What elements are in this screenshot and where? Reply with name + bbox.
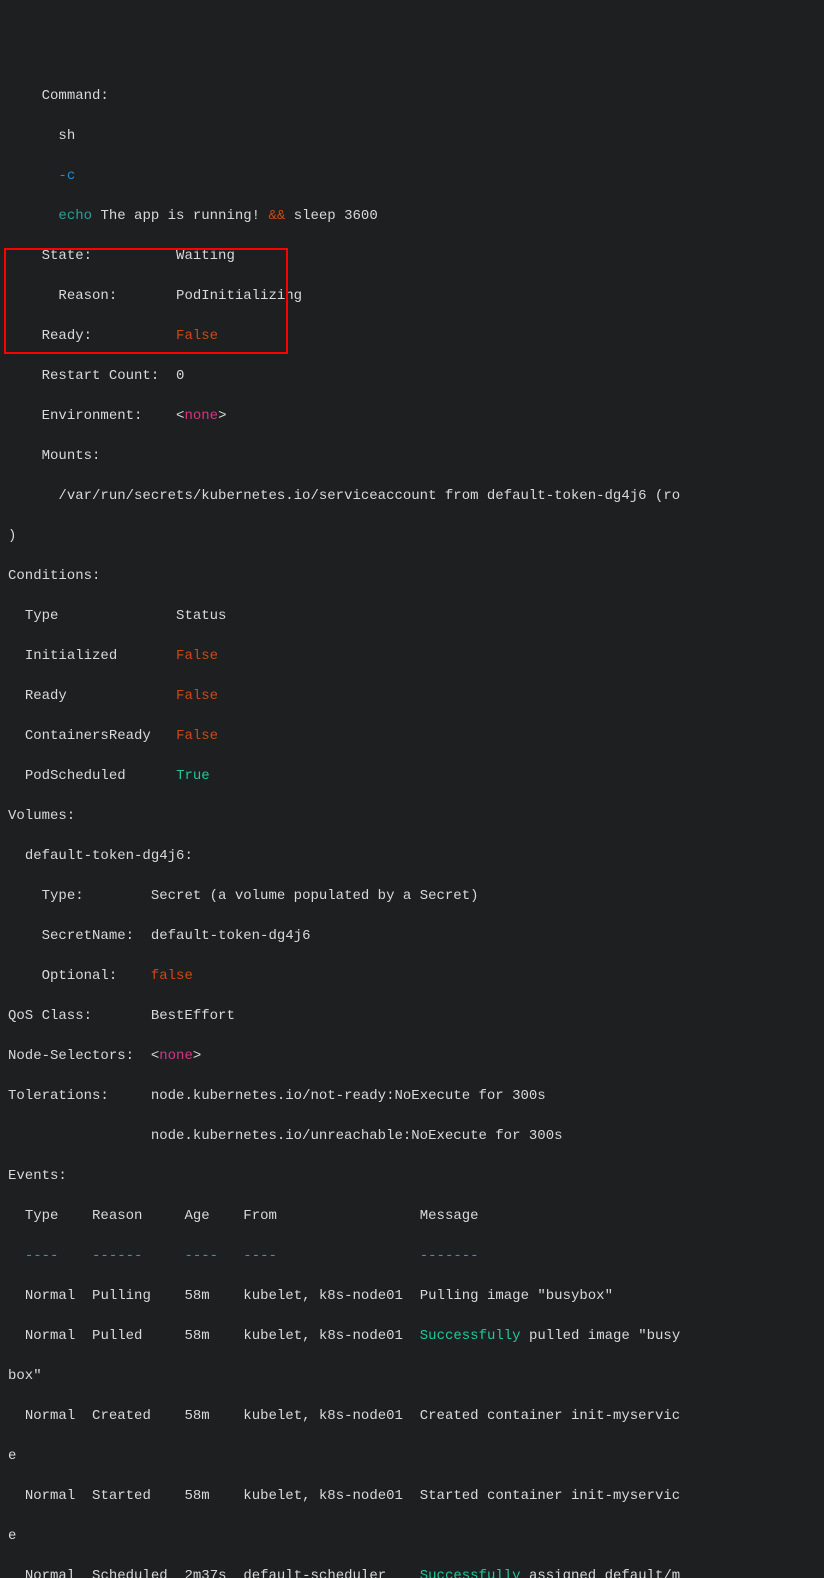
events-cols: Type Reason Age From Message	[8, 1206, 816, 1226]
volume-optional: Optional: false	[8, 966, 816, 986]
nodesel-line: Node-Selectors: <none>	[8, 1046, 816, 1066]
cmd-flag: -c	[8, 166, 816, 186]
event-row-created: Normal Created 58m kubelet, k8s-node01 C…	[8, 1406, 816, 1426]
event-row-started-wrap: e	[8, 1526, 816, 1546]
volume-type: Type: Secret (a volume populated by a Se…	[8, 886, 816, 906]
cmd-sh: sh	[8, 126, 816, 146]
conditions-header: Conditions:	[8, 566, 816, 586]
cond-containers: ContainersReady False	[8, 726, 816, 746]
ready-line: Ready: False	[8, 326, 816, 346]
mounts-value: /var/run/secrets/kubernetes.io/serviceac…	[8, 486, 816, 506]
cmd-echo-line: echo The app is running! && sleep 3600	[8, 206, 816, 226]
qos-line: QoS Class: BestEffort	[8, 1006, 816, 1026]
event-row-pulled: Normal Pulled 58m kubelet, k8s-node01 Su…	[8, 1326, 816, 1346]
event-row-started: Normal Started 58m kubelet, k8s-node01 S…	[8, 1486, 816, 1506]
restart-line: Restart Count: 0	[8, 366, 816, 386]
cond-initialized: Initialized False	[8, 646, 816, 666]
volume-secret: SecretName: default-token-dg4j6	[8, 926, 816, 946]
events-header: Events:	[8, 1166, 816, 1186]
tol-line1: Tolerations: node.kubernetes.io/not-read…	[8, 1086, 816, 1106]
state-line: State: Waiting	[8, 246, 816, 266]
volumes-header: Volumes:	[8, 806, 816, 826]
event-row-pulling: Normal Pulling 58m kubelet, k8s-node01 P…	[8, 1286, 816, 1306]
events-dash: ---- ------ ---- ---- -------	[8, 1246, 816, 1266]
cmd-label: Command:	[8, 86, 816, 106]
reason-line: Reason: PodInitializing	[8, 286, 816, 306]
mounts-close: )	[8, 526, 816, 546]
cond-scheduled: PodScheduled True	[8, 766, 816, 786]
event-row-created-wrap: e	[8, 1446, 816, 1466]
volume-name: default-token-dg4j6:	[8, 846, 816, 866]
conditions-cols: Type Status	[8, 606, 816, 626]
env-line: Environment: <none>	[8, 406, 816, 426]
event-row-pulled-wrap: box"	[8, 1366, 816, 1386]
mounts-label: Mounts:	[8, 446, 816, 466]
tol-line2: node.kubernetes.io/unreachable:NoExecute…	[8, 1126, 816, 1146]
event-row-scheduled: Normal Scheduled 2m37s default-scheduler…	[8, 1566, 816, 1578]
cond-ready: Ready False	[8, 686, 816, 706]
